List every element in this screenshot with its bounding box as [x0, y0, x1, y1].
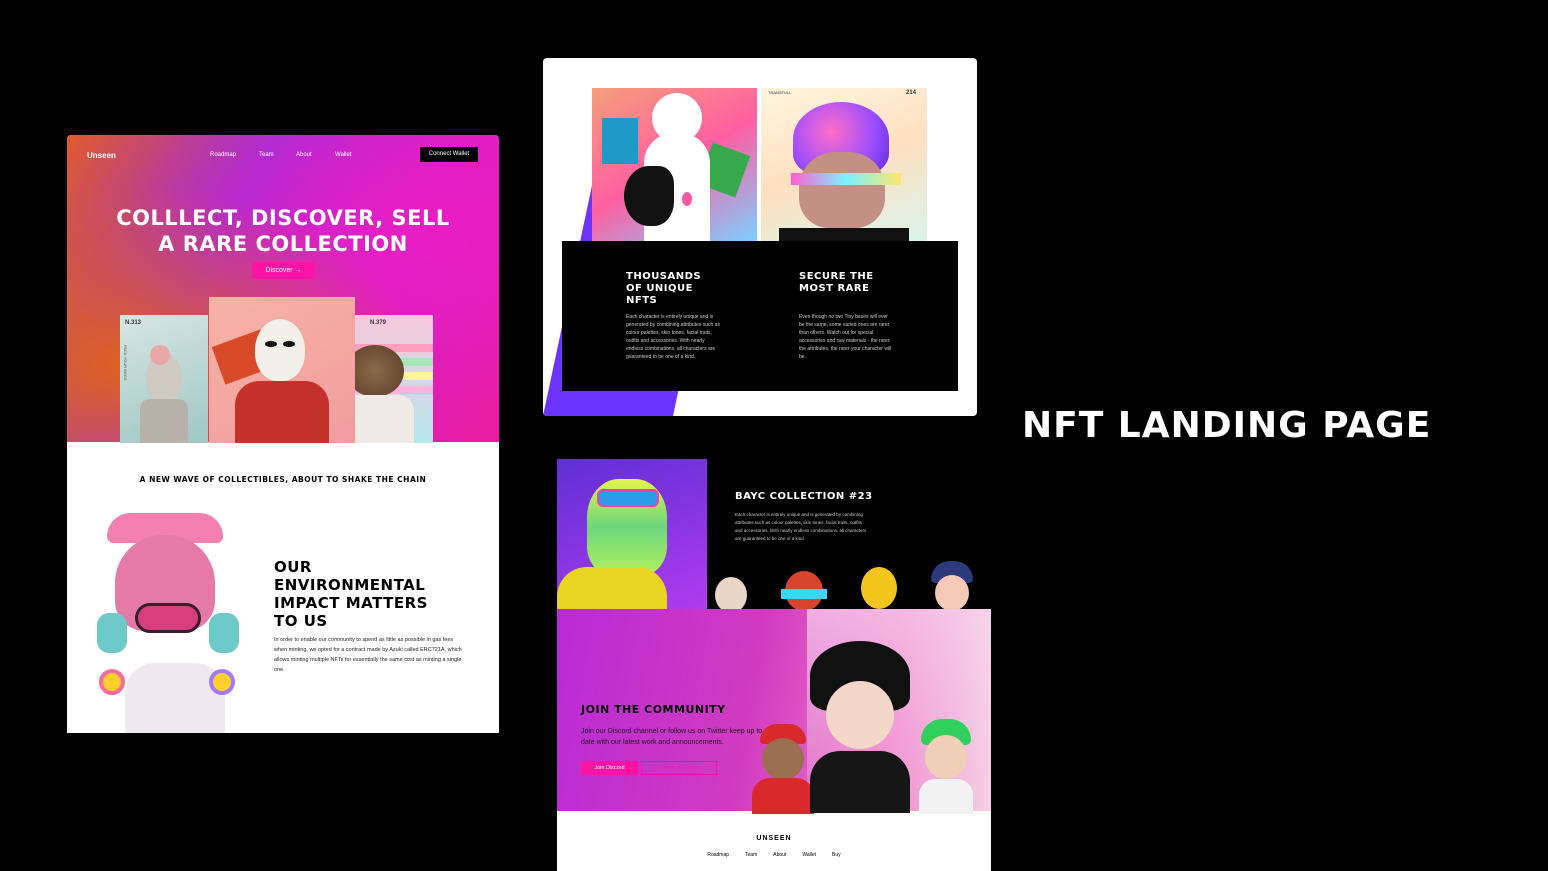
anime-boy[interactable] — [800, 641, 920, 813]
green-hair-character[interactable] — [915, 719, 977, 814]
nft-card-1-label: N.313 — [125, 320, 142, 326]
mask-eye-right — [283, 341, 295, 347]
footer-nav: Roadmap Team About Wallet Buy — [557, 852, 991, 858]
flower-right-icon — [209, 669, 235, 695]
page-title: NFT LANDING PAGE — [1022, 405, 1432, 446]
feature-2-title: SECURE THE MOST RARE — [799, 271, 874, 295]
feature-2-title-line-1: SECURE THE — [799, 271, 874, 282]
poster-left[interactable] — [592, 88, 757, 241]
feature-2-title-line-2: MOST RARE — [799, 283, 870, 294]
feature-1-title-line-1: THOUSANDS — [626, 271, 702, 282]
brand-logo[interactable]: Unseen — [87, 151, 116, 160]
environmental-title: OUR ENVIRONMENTAL IMPACT MATTERS TO US — [274, 558, 428, 630]
anime-face-icon — [826, 681, 894, 749]
collection-section: BAYC COLLECTION #23 Each character is en… — [557, 459, 991, 639]
hero-title-line-2: A RARE COLLECTION — [158, 232, 408, 256]
woman-profile-icon — [624, 166, 674, 226]
avatar-1-head — [715, 577, 747, 613]
footer-brand[interactable]: UNSEEN — [557, 835, 991, 842]
discover-button[interactable]: Discover → — [252, 262, 315, 279]
suit-icon — [779, 228, 909, 241]
footer-link-wallet[interactable]: Wallet — [802, 852, 816, 858]
environmental-title-line-1: OUR — [274, 558, 312, 576]
statue-bust-icon — [140, 399, 188, 443]
feature-1-title-line-3: NFTS — [626, 295, 658, 306]
community-title: JOIN THE COMMUNITY — [581, 703, 726, 716]
environmental-title-line-4: TO US — [274, 612, 328, 630]
join-discord-button[interactable]: Join Discord — [581, 761, 638, 775]
nav-link-about[interactable]: About — [296, 152, 312, 158]
hero-section: Unseen Roadmap Team About Wallet Connect… — [67, 135, 499, 443]
white-mask-icon — [255, 319, 305, 381]
environmental-body: In order to enable our community to spen… — [274, 637, 462, 673]
feature-2-body: Even though no two Tiny bases will ever … — [799, 314, 892, 360]
collection-panel: BAYC COLLECTION #23 Each character is en… — [557, 459, 991, 871]
poster-right-number: 214 — [906, 90, 917, 96]
headphone-left-icon — [97, 613, 127, 653]
nft-card-2[interactable] — [209, 297, 355, 443]
nav-link-wallet[interactable]: Wallet — [335, 152, 351, 158]
nft-card-1-side-text: PACK YOUR BAGS — [123, 345, 128, 381]
mask-eye-left — [265, 341, 277, 347]
landing-page-hero-panel: Unseen Roadmap Team About Wallet Connect… — [67, 135, 499, 733]
avatar-2-visor — [781, 589, 827, 599]
black-jacket-icon — [810, 751, 910, 813]
flower-left-icon — [99, 669, 125, 695]
environmental-title-line-3: IMPACT MATTERS — [274, 594, 428, 612]
headphone-right-icon — [209, 613, 239, 653]
poster-right-tag: TRANSFULL — [768, 90, 792, 95]
follow-twitter-button[interactable]: Follow on Twitter — [641, 761, 717, 775]
nav-link-roadmap[interactable]: Roadmap — [210, 152, 236, 158]
red-jacket-icon — [235, 381, 329, 443]
shape-blue — [602, 118, 638, 164]
collection-title: BAYC COLLECTION #23 — [735, 491, 873, 502]
nft-card-3-label: N.379 — [370, 320, 387, 326]
community-body: Join our Discord channel or follow us on… — [581, 728, 763, 746]
environmental-title-line-2: ENVIRONMENTAL — [274, 576, 426, 594]
footer-link-roadmap[interactable]: Roadmap — [707, 852, 729, 858]
features-panel: TRANSFULL 214 THOUSANDS OF UNIQUE NFTS E… — [543, 58, 977, 416]
footer-link-buy[interactable]: Buy — [832, 852, 841, 858]
poster-right[interactable]: TRANSFULL 214 — [761, 88, 927, 241]
nav-link-team[interactable]: Team — [259, 152, 274, 158]
white-shirt-icon — [919, 779, 973, 814]
man-face-icon — [799, 152, 885, 228]
green-hair-face-icon — [925, 735, 967, 779]
footer-link-team[interactable]: Team — [745, 852, 757, 858]
footer-link-about[interactable]: About — [773, 852, 786, 858]
glitch-band-icon — [791, 173, 901, 185]
jacket-icon — [125, 663, 225, 733]
earring-icon — [682, 192, 692, 206]
pink-character-image — [85, 513, 245, 733]
avatar-3-head — [861, 567, 897, 609]
tagline: A NEW WAVE OF COLLECTIBLES, ABOUT TO SHA… — [139, 475, 427, 484]
feature-1-title: THOUSANDS OF UNIQUE NFTS — [626, 271, 701, 307]
ape-artwork[interactable] — [557, 459, 707, 617]
features-box: THOUSANDS OF UNIQUE NFTS Each character … — [562, 241, 958, 391]
collection-body: Each character is entirely unique and is… — [735, 512, 867, 541]
rose-icon — [150, 345, 170, 365]
goggles-icon — [135, 603, 201, 633]
visor-icon — [597, 489, 659, 507]
nft-card-1[interactable]: N.313 PACK YOUR BAGS — [120, 315, 208, 443]
hero-title-line-1: COLLLECT, DISCOVER, SELL — [116, 206, 450, 230]
feature-1-title-line-2: OF UNIQUE — [626, 283, 693, 294]
connect-wallet-button[interactable]: Connect Wallet — [420, 147, 478, 162]
feature-1-body: Each character is entirely unique and is… — [626, 314, 720, 360]
avatar-4-head — [935, 575, 969, 611]
hero-title: COLLLECT, DISCOVER, SELL A RARE COLLECTI… — [67, 205, 499, 257]
